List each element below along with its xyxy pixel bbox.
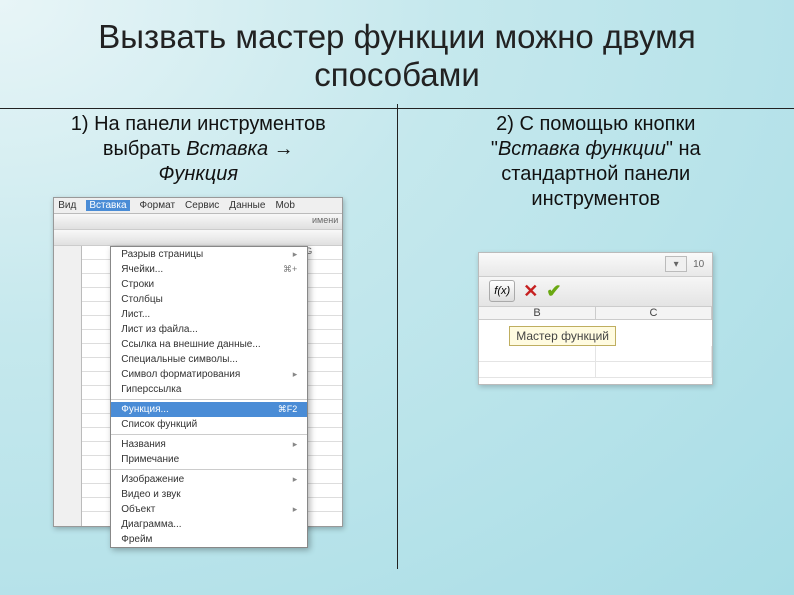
menu-tools[interactable]: Сервис — [185, 200, 219, 211]
slide-title: Вызвать мастер функции можно двумя спосо… — [0, 0, 794, 104]
col2-description: 2) С помощью кнопки "Вставка функции" на… — [416, 112, 777, 212]
formula-toolbar: f(x) ✕ ✔ — [479, 277, 712, 307]
menu-mob[interactable]: Mob — [275, 200, 294, 211]
screenshot-toolbar: ▾ 10 f(x) ✕ ✔ B C Мастер функций — [478, 252, 713, 385]
menu-item-media[interactable]: Видео и звук — [111, 487, 307, 502]
menu-item-external-link[interactable]: Ссылка на внешние данные... — [111, 337, 307, 352]
column-2: 2) С помощью кнопки "Вставка функции" на… — [398, 104, 794, 569]
menu-item-columns[interactable]: Столбцы — [111, 292, 307, 307]
toolbar-dropdown-small[interactable]: ▾ — [665, 256, 687, 272]
col2-line4: инструментов — [531, 188, 660, 210]
menubar: Вид Вставка Формат Сервис Данные Mob — [54, 198, 342, 214]
empty-grid-rows — [479, 346, 712, 378]
menu-item-formatting-mark[interactable]: Символ форматирования▸ — [111, 367, 307, 382]
col2-line3: стандартной панели — [501, 163, 690, 185]
col2-insert-function: Вставка функции — [498, 138, 666, 160]
menu-item-function[interactable]: Функция...⌘F2 — [111, 402, 307, 417]
spreadsheet-area: G Разрыв страницы▸ Ячейки...⌘+ Строки Ст… — [54, 246, 342, 526]
insert-dropdown: Разрыв страницы▸ Ячейки...⌘+ Строки Стол… — [110, 246, 308, 548]
column-headers: B C — [479, 307, 712, 320]
menu-item-cells[interactable]: Ячейки...⌘+ — [111, 262, 307, 277]
tooltip-function-wizard: Мастер функций — [509, 326, 616, 346]
menu-item-sheet-from-file[interactable]: Лист из файла... — [111, 322, 307, 337]
col1-funktsiya: Функция — [158, 163, 238, 185]
tooltip-row: Мастер функций — [479, 320, 712, 346]
col1-line2a: выбрать — [103, 138, 186, 160]
toolbar-label: имени — [312, 215, 338, 225]
menu-item-hyperlink[interactable]: Гиперссылка — [111, 382, 307, 397]
function-wizard-button[interactable]: f(x) — [489, 280, 515, 302]
menu-format[interactable]: Формат — [140, 200, 176, 211]
submenu-arrow-icon: ▸ — [293, 249, 298, 260]
menu-item-names[interactable]: Названия▸ — [111, 437, 307, 452]
submenu-arrow-icon: ▸ — [293, 474, 298, 485]
menu-separator — [111, 469, 307, 470]
column-header-b[interactable]: B — [479, 307, 596, 319]
toolbar-row-2 — [54, 230, 342, 246]
cancel-icon[interactable]: ✕ — [523, 281, 538, 302]
col2-quote-open: " — [491, 138, 498, 160]
col1-vstavka: Вставка → — [186, 138, 293, 160]
menu-item-sheet[interactable]: Лист... — [111, 307, 307, 322]
submenu-arrow-icon: ▸ — [293, 504, 298, 515]
col1-description: 1) На панели инструментов выбрать Вставк… — [18, 112, 379, 187]
menu-data[interactable]: Данные — [229, 200, 265, 211]
accept-icon[interactable]: ✔ — [546, 281, 561, 302]
menu-item-page-break[interactable]: Разрыв страницы▸ — [111, 247, 307, 262]
menu-separator — [111, 399, 307, 400]
submenu-arrow-icon: ▸ — [293, 369, 298, 380]
menu-item-comment[interactable]: Примечание — [111, 452, 307, 467]
menu-view[interactable]: Вид — [58, 200, 76, 211]
toolbar-value: 10 — [693, 259, 704, 270]
menu-item-special-characters[interactable]: Специальные символы... — [111, 352, 307, 367]
menu-item-chart[interactable]: Диаграмма... — [111, 517, 307, 532]
col2-line1: 2) С помощью кнопки — [496, 113, 695, 135]
fx-icon: f(x) — [494, 285, 510, 297]
menu-insert[interactable]: Вставка — [86, 200, 129, 211]
menu-item-frame[interactable]: Фрейм — [111, 532, 307, 547]
upper-toolbar: ▾ 10 — [479, 253, 712, 277]
columns-container: 1) На панели инструментов выбрать Вставк… — [0, 104, 794, 569]
row-header-gutter — [54, 246, 82, 526]
menu-item-function-list[interactable]: Список функций — [111, 417, 307, 432]
submenu-arrow-icon: ▸ — [293, 439, 298, 450]
menu-item-rows[interactable]: Строки — [111, 277, 307, 292]
screenshot-menu: Вид Вставка Формат Сервис Данные Mob име… — [53, 197, 343, 527]
col2-quote-close: " на — [666, 138, 701, 160]
col1-line1: 1) На панели инструментов — [71, 113, 326, 135]
shortcut-label: ⌘F2 — [278, 404, 298, 415]
column-header-c[interactable]: C — [596, 307, 713, 319]
shortcut-label: ⌘+ — [283, 264, 297, 275]
toolbar-row-1: имени — [54, 214, 342, 230]
menu-item-picture[interactable]: Изображение▸ — [111, 472, 307, 487]
menu-separator — [111, 434, 307, 435]
menu-item-object[interactable]: Объект▸ — [111, 502, 307, 517]
column-1: 1) На панели инструментов выбрать Вставк… — [0, 104, 398, 569]
